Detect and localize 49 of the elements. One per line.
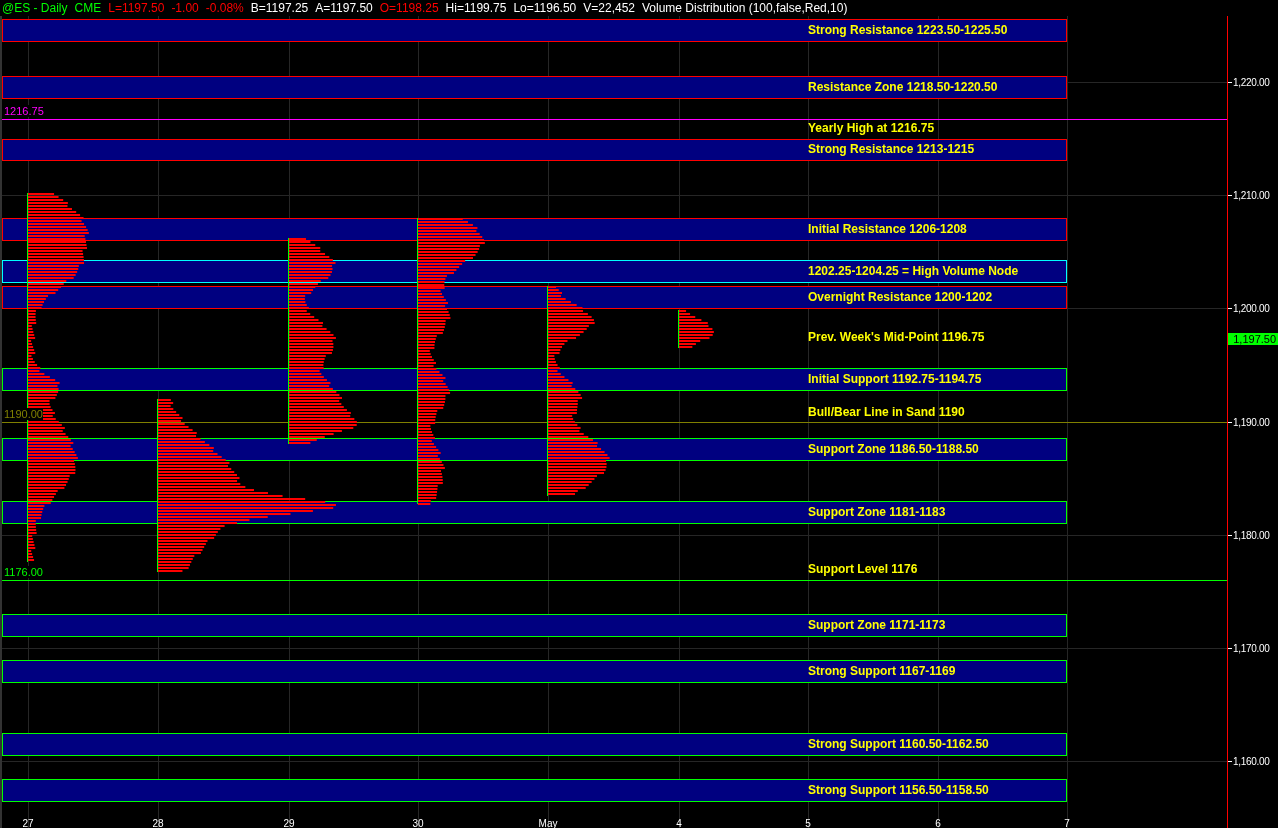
level-label: Initial Support 1192.75-1194.75 bbox=[808, 372, 982, 386]
price-tick-label: 1,200.00 bbox=[1233, 302, 1270, 314]
level-label: Support Zone 1186.50-1188.50 bbox=[808, 442, 979, 456]
level-label: Strong Support 1167-1169 bbox=[808, 664, 956, 678]
quote-field: O=1198.25 bbox=[379, 1, 439, 15]
quote-field: Lo=1196.50 bbox=[513, 1, 577, 15]
quote-field: B=1197.25 bbox=[250, 1, 309, 15]
level-label: Strong Support 1160.50-1162.50 bbox=[808, 737, 989, 751]
price-tick-label: 1,180.00 bbox=[1233, 529, 1270, 541]
level-label: Bull/Bear Line in Sand 1190 bbox=[808, 405, 965, 419]
level-label: Strong Resistance 1213-1215 bbox=[808, 142, 975, 156]
level-label: Strong Resistance 1223.50-1225.50 bbox=[808, 23, 1008, 37]
date-label: 30 bbox=[412, 818, 424, 828]
date-label: 27 bbox=[22, 818, 34, 828]
date-label: 7 bbox=[1064, 818, 1070, 828]
level-label: Support Zone 1171-1173 bbox=[808, 618, 946, 632]
price-tick-label: 1,160.00 bbox=[1233, 755, 1270, 767]
price-tick-label: 1,170.00 bbox=[1233, 642, 1270, 654]
quote-field: A=1197.50 bbox=[315, 1, 373, 15]
level-label: Prev. Week's Mid-Point 1196.75 bbox=[808, 330, 985, 344]
level-label: Overnight Resistance 1200-1202 bbox=[808, 290, 993, 304]
last-price-tag: 1,197.50 bbox=[1228, 333, 1278, 345]
quote-field: CME bbox=[74, 1, 102, 15]
date-label: 5 bbox=[805, 818, 811, 828]
price-tag: 1190.00 bbox=[4, 408, 43, 420]
quote-field: Volume Distribution (100,false,Red,10) bbox=[642, 1, 848, 15]
date-label: 6 bbox=[935, 818, 941, 828]
price-tag: 1176.00 bbox=[4, 566, 43, 578]
level-label: Support Zone 1181-1183 bbox=[808, 505, 946, 519]
date-label: 29 bbox=[283, 818, 295, 828]
quote-field: L=1197.50 bbox=[108, 1, 165, 15]
level-label: Initial Resistance 1206-1208 bbox=[808, 222, 967, 236]
level-label: Strong Support 1156.50-1158.50 bbox=[808, 783, 989, 797]
price-tick-label: 1,220.00 bbox=[1233, 76, 1270, 88]
quote-field: -0.08% bbox=[205, 1, 244, 15]
quote-field: -1.00 bbox=[171, 1, 199, 15]
price-tick-label: 1,210.00 bbox=[1233, 189, 1270, 201]
date-label: 28 bbox=[152, 818, 164, 828]
level-label: 1202.25-1204.25 = High Volume Node bbox=[808, 264, 1019, 278]
price-tick-label: 1,190.00 bbox=[1233, 416, 1270, 428]
level-label: Resistance Zone 1218.50-1220.50 bbox=[808, 80, 998, 94]
quote-field: Hi=1199.75 bbox=[445, 1, 507, 15]
quote-field: V=22,452 bbox=[583, 1, 635, 15]
quote-field: @ES - Daily bbox=[2, 1, 68, 15]
volume-profile-drawing bbox=[678, 310, 714, 348]
date-label: 4 bbox=[676, 818, 682, 828]
level-label: Support Level 1176 bbox=[808, 562, 918, 576]
level-label: Yearly High at 1216.75 bbox=[808, 121, 935, 135]
price-tag: 1216.75 bbox=[4, 105, 44, 117]
